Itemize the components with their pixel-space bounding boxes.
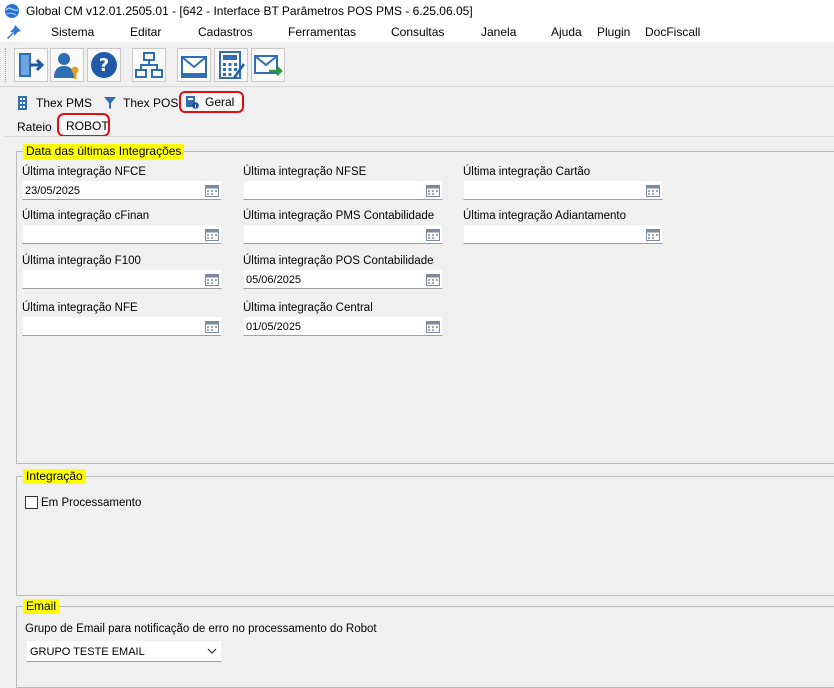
date-cartao[interactable] — [463, 180, 663, 200]
date-nfe[interactable] — [22, 316, 222, 336]
globe-icon — [5, 4, 19, 18]
checkbox-em-processamento-label: Em Processamento — [41, 496, 142, 509]
menu-janela[interactable]: Janela — [481, 25, 516, 39]
building-icon — [18, 96, 27, 110]
label-central: Última integração Central — [243, 302, 373, 314]
tab-thex-pos-label: Thex POS — [123, 96, 179, 110]
calendar-icon[interactable] — [205, 320, 219, 333]
date-pos-contabilidade[interactable]: 05/06/2025 — [243, 269, 443, 289]
calendar-icon[interactable] — [205, 184, 219, 197]
mail-send-icon — [254, 55, 283, 76]
filter-icon — [104, 97, 116, 109]
menu-consultas[interactable]: Consultas — [391, 25, 444, 39]
date-nfse[interactable] — [243, 180, 443, 200]
select-grupo-email-value: GRUPO TESTE EMAIL — [30, 646, 145, 658]
tab-geral-label: Geral — [205, 95, 235, 109]
date-adiantamento[interactable] — [463, 224, 663, 244]
mail-button[interactable] — [177, 48, 211, 82]
mail-icon — [181, 56, 207, 78]
menu-plugin[interactable]: Plugin — [597, 25, 630, 39]
calendar-icon[interactable] — [205, 228, 219, 241]
pin-icon[interactable] — [6, 24, 22, 40]
checkbox-box[interactable] — [25, 496, 38, 509]
settings-info-icon — [186, 96, 199, 109]
robot-panel: Data das últimas Integrações Última inte… — [4, 136, 834, 688]
tab-thex-pms-label: Thex PMS — [36, 96, 93, 110]
label-pms-contabilidade: Última integração PMS Contabilidade — [243, 210, 435, 222]
sub-tabs: Rateio — [0, 114, 834, 136]
calculator-button[interactable] — [214, 48, 248, 82]
menu-ajuda[interactable]: Ajuda — [551, 25, 582, 39]
user-key-icon — [54, 53, 79, 79]
menu-docfiscall[interactable]: DocFiscall — [645, 25, 700, 39]
group-dates-legend: Data das últimas Integrações — [23, 144, 185, 159]
menu-ferramentas[interactable]: Ferramentas — [288, 25, 356, 39]
label-adiantamento: Última integração Adiantamento — [463, 210, 627, 222]
date-nfce[interactable]: 23/05/2025 — [22, 180, 222, 200]
hierarchy-button[interactable] — [132, 48, 166, 82]
toolbar: ? — [0, 43, 834, 87]
exit-icon — [19, 53, 45, 77]
label-nfce: Última integração NFCE — [22, 166, 146, 178]
menu-sistema[interactable]: Sistema — [51, 25, 94, 39]
tab-thex-pms[interactable]: Thex PMS — [16, 94, 92, 112]
date-pms-contabilidade[interactable] — [243, 224, 443, 244]
main-tabs: Thex PMS Thex POS Geral — [0, 90, 834, 114]
date-pos-contabilidade-value: 05/06/2025 — [246, 274, 302, 286]
select-grupo-email[interactable]: GRUPO TESTE EMAIL — [26, 640, 222, 662]
calendar-icon[interactable] — [205, 273, 219, 286]
tab-geral[interactable]: Geral — [179, 91, 245, 113]
subtab-robot[interactable]: ROBOT — [57, 113, 110, 137]
help-button[interactable]: ? — [87, 48, 121, 82]
calendar-icon[interactable] — [646, 228, 660, 241]
group-integracao: Integração — [16, 469, 834, 596]
chevron-down-icon[interactable] — [207, 646, 217, 656]
date-f100[interactable] — [22, 269, 222, 289]
date-central-value: 01/05/2025 — [246, 321, 302, 333]
label-pos-contabilidade: Última integração POS Contabilidade — [243, 255, 434, 267]
menu-editar[interactable]: Editar — [130, 25, 161, 39]
group-integracao-legend: Integração — [23, 469, 86, 484]
svg-text:?: ? — [99, 55, 109, 76]
calendar-icon[interactable] — [646, 184, 660, 197]
user-key-button[interactable] — [50, 48, 84, 82]
calendar-icon[interactable] — [426, 184, 440, 197]
date-central[interactable]: 01/05/2025 — [243, 316, 443, 336]
calendar-icon[interactable] — [426, 273, 440, 286]
date-nfce-value: 23/05/2025 — [25, 185, 81, 197]
label-grupo-email: Grupo de Email para notificação de erro … — [25, 623, 377, 635]
date-cfinan[interactable] — [22, 224, 222, 244]
label-f100: Última integração F100 — [22, 255, 141, 267]
window-title: Global CM v12.01.2505.01 - [642 - Interf… — [26, 4, 473, 18]
label-cartao: Última integração Cartão — [463, 166, 591, 178]
label-nfse: Última integração NFSE — [243, 166, 367, 178]
exit-button[interactable] — [14, 48, 48, 82]
label-cfinan: Última integração cFinan — [22, 210, 150, 222]
tab-thex-pos[interactable]: Thex POS — [103, 94, 178, 112]
group-email-legend: Email — [23, 599, 60, 614]
hierarchy-icon — [135, 52, 163, 78]
calendar-icon[interactable] — [426, 228, 440, 241]
label-nfe: Última integração NFE — [22, 302, 138, 314]
menu-cadastros[interactable]: Cadastros — [198, 25, 253, 39]
calculator-icon — [219, 51, 246, 79]
toolbar-handle[interactable] — [5, 48, 8, 82]
menu-bar: Sistema Editar Cadastros Ferramentas Con… — [0, 22, 834, 42]
checkbox-em-processamento[interactable]: Em Processamento — [25, 496, 141, 509]
subtab-rateio[interactable]: Rateio — [17, 120, 52, 134]
mail-send-button[interactable] — [251, 48, 285, 82]
calendar-icon[interactable] — [426, 320, 440, 333]
help-icon: ? — [91, 52, 117, 78]
title-bar: Global CM v12.01.2505.01 - [642 - Interf… — [0, 0, 834, 22]
